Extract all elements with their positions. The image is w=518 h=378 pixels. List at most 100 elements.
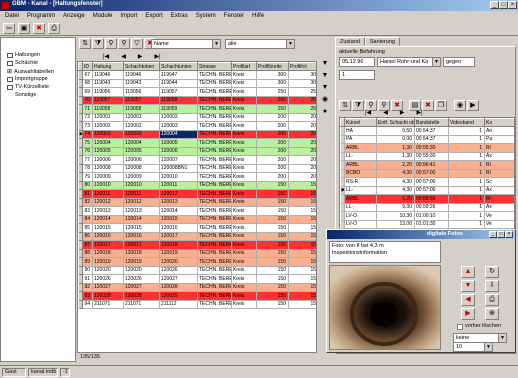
print-icon[interactable]: ⎙ xyxy=(48,23,60,34)
table-cell[interactable]: 120006 xyxy=(123,155,160,165)
table-cell[interactable]: Kreis xyxy=(231,70,257,80)
table-cell[interactable]: 120018 xyxy=(123,249,160,258)
table-row[interactable]: 83 120013 120013 120014 TECHN. BERE Kreis 150 1… xyxy=(78,206,316,216)
table-cell[interactable]: 120005 xyxy=(92,147,124,156)
table-cell[interactable]: 15 xyxy=(288,240,316,250)
table-row[interactable]: 70 119057 119057 119058 TECHN. BERE Kreis 250 2… xyxy=(78,96,316,105)
menu-item-export[interactable]: Export xyxy=(145,13,162,19)
table-cell[interactable]: 120020 xyxy=(159,257,198,267)
column-header[interactable]: Schachtoben xyxy=(123,62,160,71)
table-cell[interactable]: 15 xyxy=(288,189,316,199)
table-cell[interactable]: 120020 xyxy=(123,266,160,275)
table-cell[interactable]: 10,30 xyxy=(376,211,415,221)
arrow-down-icon[interactable]: ▼ xyxy=(320,60,330,69)
table-cell[interactable]: Ve xyxy=(484,220,514,229)
table-cell[interactable]: 120015 xyxy=(92,223,124,233)
table-row[interactable]: ▶74120003120003120004TECHN. BEREKreis200… xyxy=(78,130,316,139)
table-cell[interactable]: LV-O xyxy=(344,220,377,229)
column-header[interactable]: Entf. Schacht oben xyxy=(376,118,415,127)
table-cell[interactable]: TECHN. BERE xyxy=(197,274,232,284)
table-cell[interactable]: 00:54:37 xyxy=(414,126,449,136)
table-cell[interactable]: 119046 xyxy=(92,70,124,80)
table-cell[interactable]: 1 xyxy=(448,126,485,136)
table-cell[interactable]: 15 xyxy=(288,266,316,275)
table-cell[interactable]: 200 xyxy=(256,113,289,122)
table-cell[interactable]: 00:55:30 xyxy=(414,152,449,161)
table-cell[interactable]: 211071 xyxy=(92,300,124,309)
arrow-down-icon[interactable]: ▼ xyxy=(320,84,330,93)
column-header[interactable]: Kürzel xyxy=(344,118,377,127)
table-cell[interactable]: Kreis xyxy=(231,155,257,165)
table-cell[interactable]: Ri xyxy=(484,160,514,170)
table-cell[interactable]: 1 xyxy=(448,152,485,161)
table-cell[interactable]: 120017 xyxy=(123,240,160,250)
table-cell[interactable]: Kreis xyxy=(231,189,257,199)
table-cell[interactable]: 00:55:30 xyxy=(414,143,449,153)
table-cell[interactable]: 15 xyxy=(288,249,316,258)
table-cell[interactable]: Kreis xyxy=(231,121,257,131)
table-cell[interactable]: 120017 xyxy=(159,232,198,241)
column-header[interactable]: Bandstelle xyxy=(414,118,449,127)
table-row[interactable]: 87 120017 120017 120018 TECHN. BERE Kreis 150 1… xyxy=(78,240,316,250)
column-header[interactable]: Profilbreite xyxy=(256,62,289,71)
table-cell[interactable]: 83 xyxy=(82,206,93,216)
table-cell[interactable]: 200 xyxy=(256,121,289,131)
table-cell[interactable]: 00:57:00 xyxy=(414,186,449,195)
exit-icon[interactable]: ⇦ xyxy=(3,23,15,34)
tree-item-sonstige[interactable]: Sonstige xyxy=(15,92,36,98)
table-row[interactable]: 89 120019 120019 120020 TECHN. BERE Kreis 150 1… xyxy=(78,257,316,267)
minimize-button[interactable]: _ xyxy=(489,231,497,238)
tree-item-haltungen[interactable]: Haltungen xyxy=(7,52,40,58)
table-cell[interactable]: TECHN. BERE xyxy=(197,181,232,190)
prev-record-icon[interactable]: ◀ xyxy=(121,53,126,60)
table-cell[interactable]: 120018 xyxy=(159,240,198,250)
table-cell[interactable]: Kreis xyxy=(231,215,257,224)
table-cell[interactable]: 1,30 xyxy=(376,152,415,161)
filter-value-select[interactable]: alle ▼ xyxy=(225,39,295,49)
table-cell[interactable]: 119058 xyxy=(92,104,124,114)
table-cell[interactable]: 150 xyxy=(256,206,289,216)
table-cell[interactable]: TECHN. BERE xyxy=(197,240,232,250)
tree-item-importgruppe[interactable]: Importgruppe xyxy=(7,76,48,82)
table-row[interactable]: 68 119043 119043 119044 TECHN. BERE Kreis 300 3… xyxy=(78,79,316,88)
table-cell[interactable]: LL- xyxy=(344,186,377,195)
table-cell[interactable]: 120010 xyxy=(159,172,198,182)
zoom-icon[interactable]: ⊕ xyxy=(485,308,499,320)
table-row[interactable]: 76 120005 120005 120006 TECHN. BERE Kreis 200 2… xyxy=(78,147,316,156)
prev-record-icon[interactable]: ◀ xyxy=(383,109,388,116)
table-cell[interactable]: TECHN. BERE xyxy=(197,155,232,165)
table-cell[interactable]: 120004 xyxy=(92,138,124,148)
table-cell[interactable]: Kreis xyxy=(231,104,257,114)
table-cell[interactable]: 76 xyxy=(82,147,93,156)
table-cell[interactable]: 150 xyxy=(256,198,289,207)
table-cell[interactable]: 25 xyxy=(288,104,316,114)
maximize-button[interactable]: □ xyxy=(499,1,508,9)
table-row[interactable]: RS-R 4,30 00:57:00 1 Sc xyxy=(340,177,514,187)
table-cell[interactable]: 15 xyxy=(288,232,316,241)
table-cell[interactable]: 70 xyxy=(82,96,93,105)
table-row[interactable]: PA 0,00 00:54:37 1 Pa xyxy=(340,135,514,144)
close-button[interactable]: × xyxy=(505,231,513,238)
table-cell[interactable]: 120010 xyxy=(123,181,160,190)
table-cell[interactable]: TECHN. BERE xyxy=(197,172,232,182)
table-row[interactable]: 91 120026 120026 120027 TECHN. BERE Kreis 150 1… xyxy=(78,274,316,284)
table-row[interactable]: 73 120002 120002 120003 TECHN. BERE Kreis 200 2… xyxy=(78,121,316,131)
table-cell[interactable]: 80 xyxy=(82,181,93,190)
table-cell[interactable]: 120003 xyxy=(159,121,198,131)
table-row[interactable]: 88 120018 120018 120019 TECHN. BERE Kreis 150 1… xyxy=(78,249,316,258)
table-cell[interactable]: BCBO xyxy=(344,169,377,178)
table-cell[interactable]: 120006 xyxy=(159,147,198,156)
column-header[interactable]: Ko xyxy=(484,118,514,127)
table-cell[interactable]: 150 xyxy=(256,215,289,224)
table-row[interactable]: 93 120028 120028 120029 TECHN. BERE Kreis 150 1… xyxy=(78,291,316,301)
table-cell[interactable]: 120016 xyxy=(92,232,124,241)
table-cell[interactable]: 250 xyxy=(256,104,289,114)
table-cell[interactable]: 1 xyxy=(448,220,485,229)
table-cell[interactable]: 4,30 xyxy=(376,186,415,195)
table-cell[interactable]: 200 xyxy=(256,147,289,156)
table-cell[interactable]: 00:56:41 xyxy=(414,160,449,170)
table-cell[interactable]: RS-R xyxy=(344,177,377,187)
arrow-left-icon[interactable]: ◀ xyxy=(461,294,475,306)
table-cell[interactable]: 120026 xyxy=(92,274,124,284)
table-row[interactable]: LL- 1,30 00:55:30 1 Ax xyxy=(340,152,514,161)
